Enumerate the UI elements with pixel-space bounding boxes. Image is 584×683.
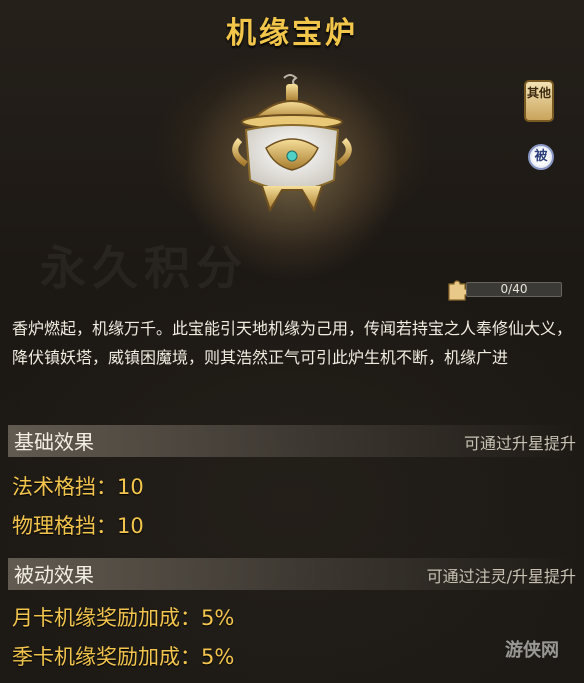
passive-effects-title: 被动效果 [14,563,94,587]
fragment-progress: 0/40 [446,277,566,301]
stat-season-card-bonus: 季卡机缘奖励加成：5% [12,645,235,669]
tag-passive[interactable]: 被 [528,144,554,170]
basic-effects-title: 基础效果 [14,430,94,454]
progress-bar: 0/40 [466,282,562,297]
stat-physical-block: 物理格挡：10 [12,514,144,538]
censer-icon [232,74,352,213]
basic-effects-hint: 可通过升星提升 [463,434,576,453]
basic-effects-header: 基础效果 可通过升星提升 [8,425,576,457]
passive-effects-header: 被动效果 可通过注灵/升星提升 [8,558,576,590]
progress-text: 0/40 [500,282,528,296]
passive-effects-hint: 可通过注灵/升星提升 [426,567,576,586]
item-detail-panel: 永久积分 机缘宝炉 其他 被 0/40 香炉燃起，机缘万千。此宝能引天地机缘为己… [0,0,584,683]
stat-spell-block: 法术格挡：10 [12,475,144,499]
tag-other[interactable]: 其他 [524,80,554,122]
site-watermark: 游侠网 [505,640,559,661]
stat-monthly-card-bonus: 月卡机缘奖励加成：5% [12,606,235,630]
item-title: 机缘宝炉 [226,16,358,51]
item-description: 香炉燃起，机缘万千。此宝能引天地机缘为己用，传闻若持宝之人奉修仙大义，降伏镇妖塔… [12,319,573,367]
